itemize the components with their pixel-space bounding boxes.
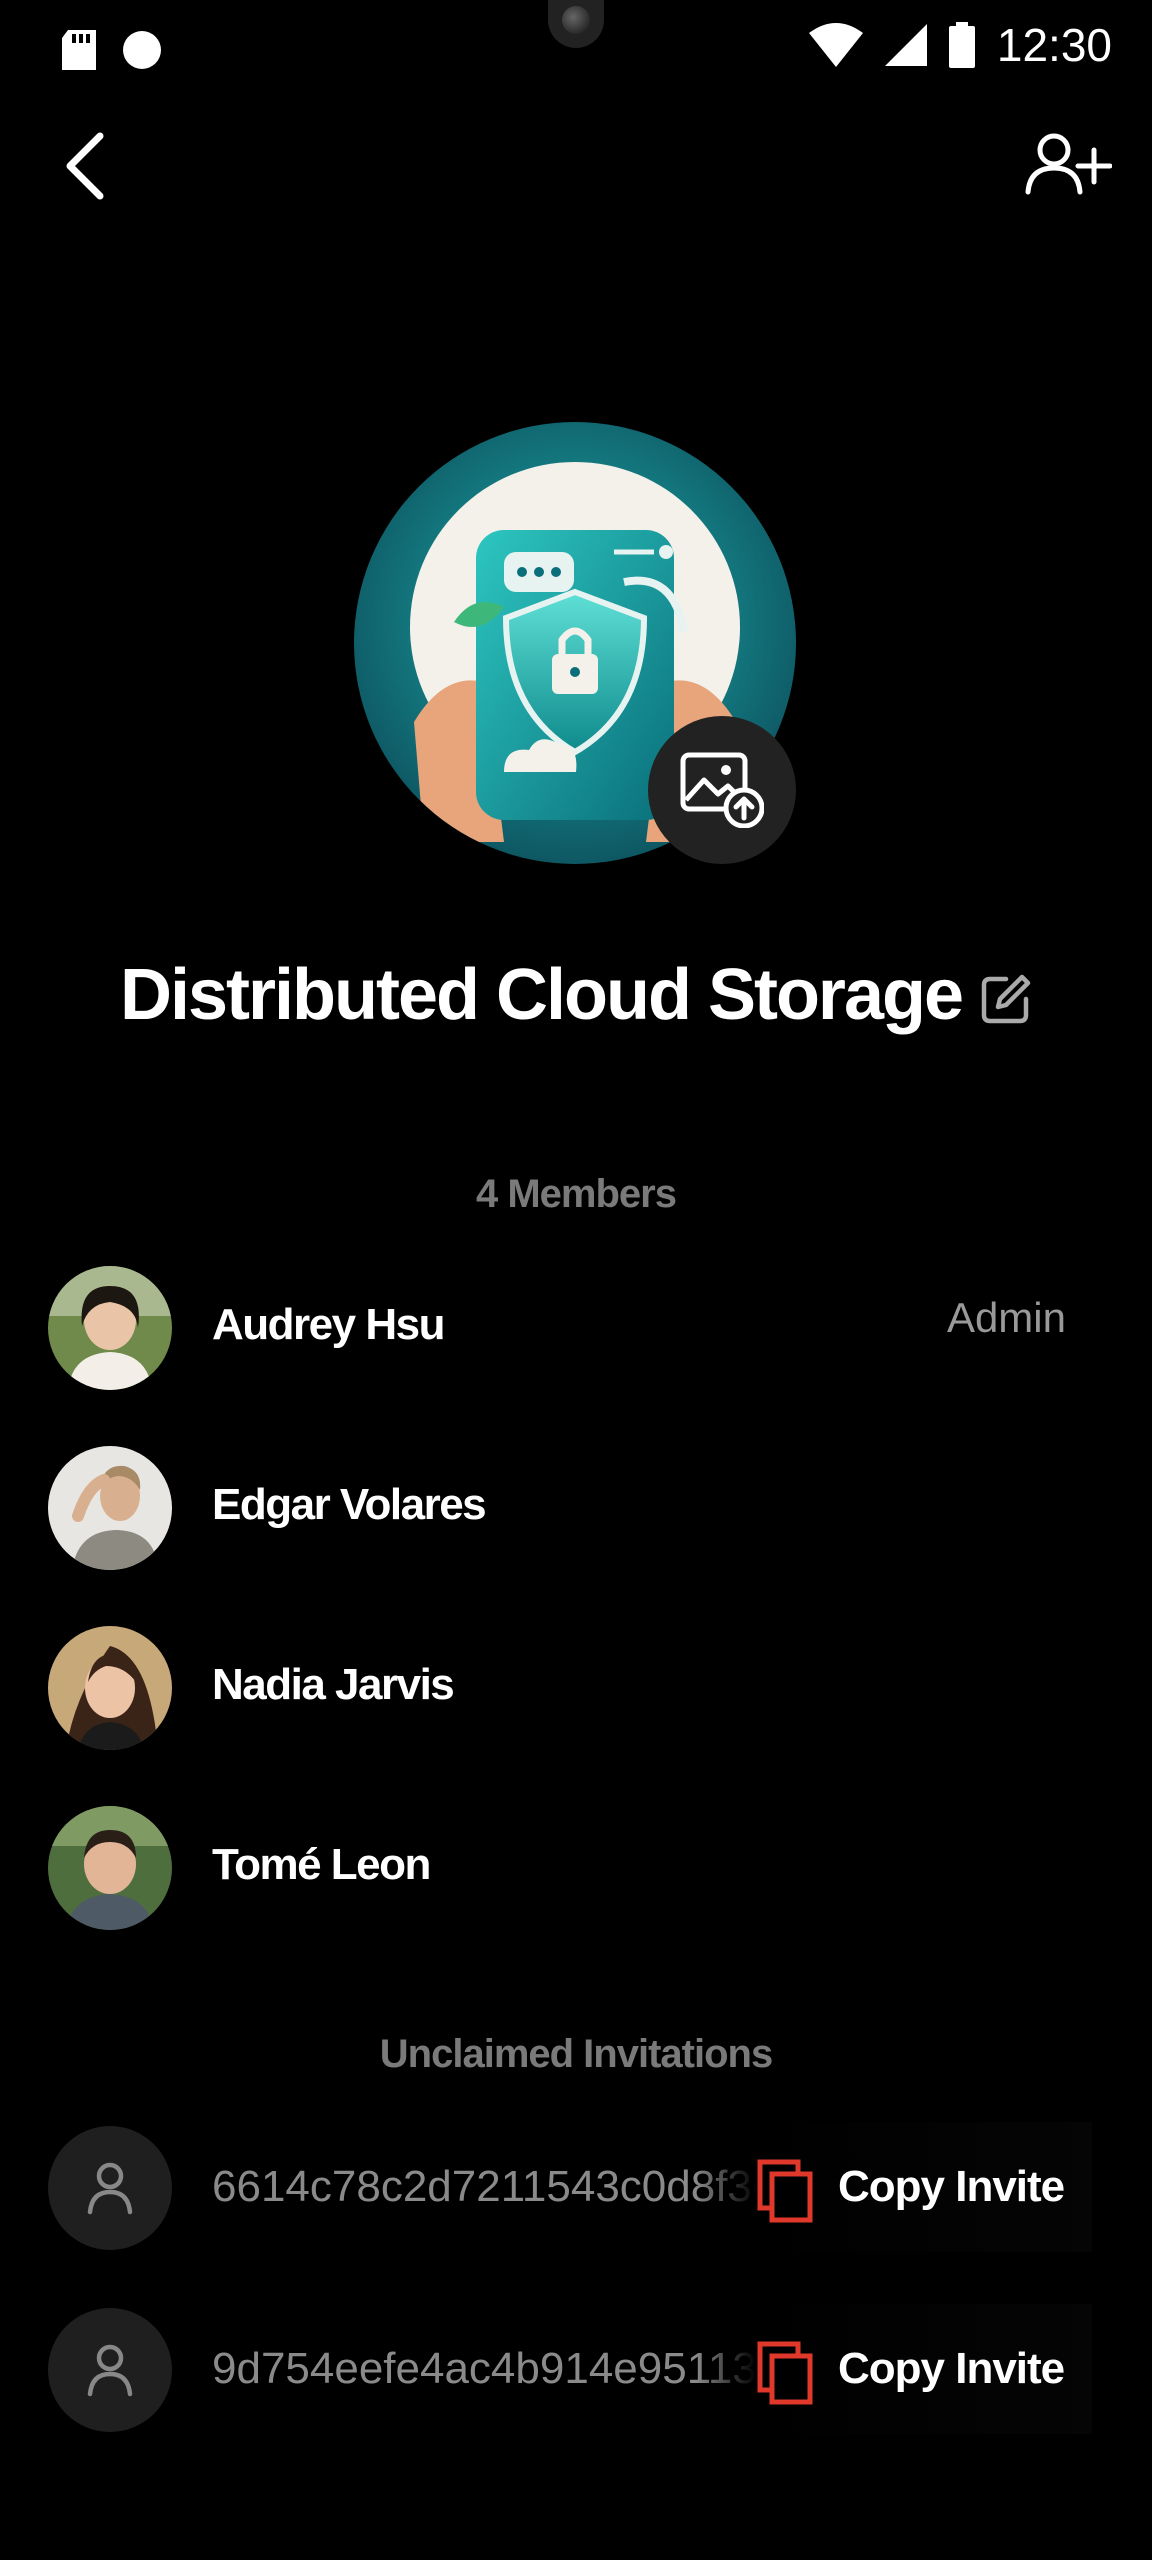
copy-invite-button[interactable]: Copy Invite xyxy=(696,2122,1092,2252)
invitations-header: Unclaimed Invitations xyxy=(379,2032,773,2076)
front-camera xyxy=(548,0,604,48)
members-header: 4 Members xyxy=(476,1172,677,1216)
upload-photo-button[interactable] xyxy=(648,716,796,864)
status-time: 12:30 xyxy=(996,19,1112,71)
avatar xyxy=(48,1266,172,1390)
sd-card-icon xyxy=(62,30,96,70)
member-name: Audrey Hsu xyxy=(212,1300,445,1349)
back-button[interactable] xyxy=(54,130,124,200)
person-icon xyxy=(87,2344,133,2397)
edit-icon xyxy=(981,974,1031,1024)
member-name: Edgar Volares xyxy=(212,1480,487,1529)
avatar xyxy=(48,1806,172,1930)
member-name: Nadia Jarvis xyxy=(212,1660,455,1709)
group-title: Distributed Cloud Storage xyxy=(119,955,964,1035)
copy-invite-label: Copy Invite xyxy=(838,2162,1065,2211)
avatar xyxy=(48,1626,172,1750)
add-member-button[interactable] xyxy=(1022,130,1113,200)
avatar xyxy=(48,1446,172,1570)
copy-icon xyxy=(757,2159,813,2223)
status-bar: 12:30 xyxy=(0,0,1152,110)
invitation-row: 6614c78c2d7211543c0d8f3c2 Copy Invite xyxy=(0,2122,1152,2252)
group-avatar-container xyxy=(354,422,796,864)
top-nav xyxy=(0,110,1152,220)
placeholder-avatar xyxy=(48,2308,172,2432)
image-upload-icon xyxy=(680,752,764,828)
member-role-badge: Admin xyxy=(946,1294,1066,1341)
member-name: Tomé Leon xyxy=(212,1840,431,1889)
circle-dot-icon xyxy=(123,31,161,69)
group-title-row: Distributed Cloud Storage xyxy=(0,950,1152,1040)
chevron-left-icon xyxy=(66,132,104,200)
copy-invite-button[interactable]: Copy Invite xyxy=(696,2304,1092,2434)
member-row[interactable]: Nadia Jarvis xyxy=(0,1622,1152,1752)
member-row[interactable]: Tomé Leon xyxy=(0,1802,1152,1932)
copy-icon xyxy=(757,2341,813,2405)
signal-icon xyxy=(884,24,927,66)
edit-name-button[interactable] xyxy=(980,973,1032,1025)
member-row[interactable]: Edgar Volares xyxy=(0,1442,1152,1572)
copy-invite-label: Copy Invite xyxy=(838,2344,1065,2393)
invitation-row: 9d754eefe4ac4b914e95113b3 Copy Invite xyxy=(0,2304,1152,2434)
person-icon xyxy=(87,2162,133,2215)
person-add-icon xyxy=(1025,133,1113,195)
placeholder-avatar xyxy=(48,2126,172,2250)
member-row[interactable]: Audrey Hsu Admin xyxy=(0,1262,1152,1392)
battery-icon xyxy=(948,22,975,68)
wifi-icon xyxy=(808,23,863,67)
